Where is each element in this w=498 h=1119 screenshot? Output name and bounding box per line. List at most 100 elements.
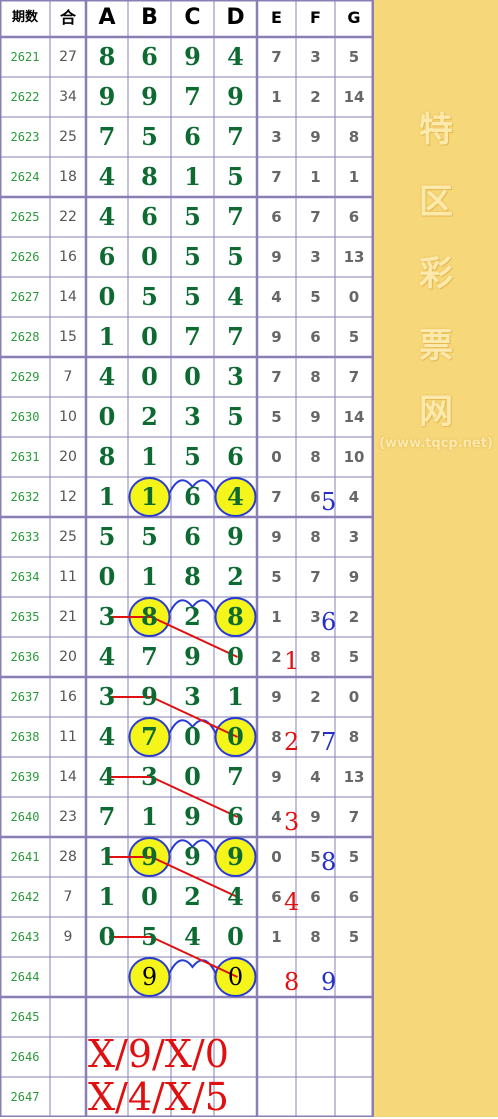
extra-digit-cell <box>257 1077 296 1117</box>
sum-cell: 7 <box>63 889 73 905</box>
main-digit-cell: 1 <box>227 682 244 711</box>
annotation-blue-7: 7 <box>321 728 337 756</box>
main-digit-cell: 1 <box>141 562 158 591</box>
sum-cell <box>50 1037 86 1077</box>
extra-digit-cell: 14 <box>343 88 365 106</box>
main-digit-cell: 5 <box>227 242 244 271</box>
sum-cell: 10 <box>59 409 77 425</box>
main-digit-cell: 9 <box>184 802 201 831</box>
sidebar-char-3: 彩 <box>419 254 453 294</box>
main-digit-cell: 9 <box>184 842 201 871</box>
main-digit-cell: 7 <box>184 82 201 111</box>
issue-cell: 2628 <box>10 330 40 344</box>
extra-digit-cell: 7 <box>310 208 321 226</box>
issue-cell: 2643 <box>10 930 40 944</box>
sum-cell: 25 <box>59 529 77 545</box>
extra-digit-cell: 8 <box>310 648 321 666</box>
main-digit-cell: 4 <box>98 722 116 751</box>
main-digit-cell: 7 <box>227 202 244 231</box>
extra-digit-cell: 9 <box>271 768 282 786</box>
main-digit-cell: 2 <box>184 882 201 911</box>
main-digit-cell: 1 <box>184 162 201 191</box>
main-digit-cell <box>214 997 257 1037</box>
extra-digit-cell: 2 <box>310 88 321 106</box>
issue-cell: 2639 <box>10 770 40 784</box>
extra-digit-cell: 9 <box>310 408 321 426</box>
main-digit-cell: 5 <box>184 282 201 311</box>
extra-digit-cell: 0 <box>271 448 282 466</box>
main-digit-cell <box>128 997 171 1037</box>
annotation-red-8: 8 <box>284 968 300 996</box>
main-digit-cell: 1 <box>98 882 116 911</box>
main-digit-cell: 0 <box>184 362 201 391</box>
sum-cell: 20 <box>59 649 77 665</box>
extra-digit-cell: 9 <box>310 128 321 146</box>
main-digit-cell: 5 <box>141 922 158 951</box>
main-digit-cell: 5 <box>184 202 201 231</box>
main-digit-cell: 7 <box>98 802 116 831</box>
extra-digit-cell <box>257 1037 296 1077</box>
main-digit-cell: 4 <box>98 362 116 391</box>
main-digit-cell <box>171 997 214 1037</box>
main-digit-cell: 0 <box>141 362 158 391</box>
sum-cell: 7 <box>63 369 73 385</box>
main-digit-cell: 1 <box>98 322 116 351</box>
issue-cell: 2632 <box>10 490 40 504</box>
main-digit-cell: 8 <box>141 162 158 191</box>
extra-digit-cell: 5 <box>348 328 360 346</box>
main-digit-cell: 9 <box>184 642 201 671</box>
main-digit-cell: 5 <box>141 282 158 311</box>
sum-cell: 23 <box>59 809 77 825</box>
main-digit-cell: 7 <box>184 322 201 351</box>
main-digit-cell: 4 <box>98 162 116 191</box>
issue-cell: 2633 <box>10 530 40 544</box>
main-digit-cell: 5 <box>227 402 244 431</box>
main-digit-cell: 6 <box>227 802 244 831</box>
main-digit-cell: 8 <box>227 602 244 631</box>
main-digit-cell <box>171 957 214 997</box>
main-digit-cell: 5 <box>227 162 244 191</box>
extra-digit-cell: 1 <box>271 608 282 626</box>
sum-cell: 11 <box>59 729 77 745</box>
extra-digit-cell: 6 <box>348 208 360 226</box>
main-digit-cell: 7 <box>227 322 244 351</box>
issue-cell: 2644 <box>10 970 40 984</box>
extra-digit-cell <box>296 1037 335 1077</box>
annotation-blue-5: 5 <box>321 488 337 516</box>
issue-cell: 2631 <box>10 450 40 464</box>
sum-cell: 9 <box>63 929 73 945</box>
annotation-blue-9: 9 <box>321 968 337 996</box>
main-digit-cell: 6 <box>141 42 158 71</box>
sidebar-url: (www.tqcp.net) <box>379 436 493 451</box>
main-digit-cell: 4 <box>227 282 244 311</box>
main-digit-cell: 4 <box>98 202 116 231</box>
extra-digit-cell: 1 <box>310 168 321 186</box>
main-digit-cell: 0 <box>227 722 244 751</box>
sidebar-banner: 特 区 彩 票 网 (www.tqcp.net) <box>374 0 498 1117</box>
main-digit-cell: 5 <box>184 442 201 471</box>
main-digit-cell: 9 <box>141 682 158 711</box>
main-digit-cell: 0 <box>98 562 116 591</box>
extra-digit-cell: 14 <box>343 408 365 426</box>
main-digit-cell: 3 <box>98 682 116 711</box>
extra-digit-cell: 4 <box>310 768 321 786</box>
prediction-line-1: X/9/X/0 <box>88 1032 229 1076</box>
issue-cell: 2637 <box>10 690 40 704</box>
issue-cell: 2645 <box>10 1010 40 1024</box>
annotation-red-4: 4 <box>284 888 300 916</box>
extra-digit-cell: 7 <box>271 48 282 66</box>
extra-digit-cell: 8 <box>348 128 360 146</box>
sidebar-char-4: 票 <box>419 326 453 366</box>
extra-digit-cell: 13 <box>343 768 365 786</box>
main-digit-cell: 9 <box>227 522 244 551</box>
main-digit-cell: 0 <box>141 882 158 911</box>
extra-digit-cell <box>335 1037 373 1077</box>
main-digit-cell: 0 <box>184 722 201 751</box>
sum-cell: 15 <box>59 329 77 345</box>
issue-cell: 2635 <box>10 610 40 624</box>
extra-digit-cell: 8 <box>310 448 321 466</box>
extra-digit-cell: 6 <box>271 208 282 226</box>
main-digit-cell: 3 <box>184 682 201 711</box>
extra-digit-cell: 13 <box>343 248 365 266</box>
main-digit-cell: 1 <box>98 482 116 511</box>
